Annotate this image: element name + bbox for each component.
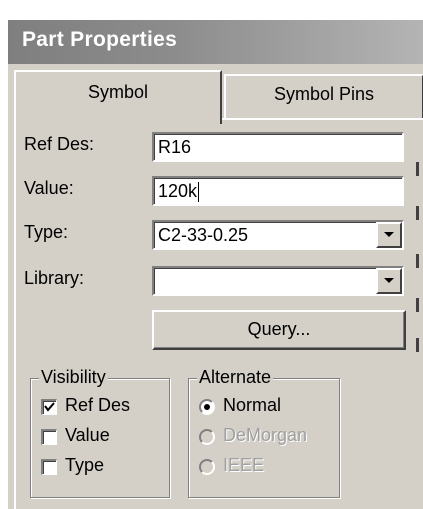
ref-des-visibility-checkbox[interactable] [41,399,57,415]
value-visibility-checkbox[interactable] [41,429,57,445]
checkmark-icon [44,402,55,412]
tab-symbol[interactable]: Symbol [14,70,222,124]
ref-des-label: Ref Des: [24,134,95,154]
type-combobox[interactable]: C2-33-0.25 [152,220,404,250]
text-caret [198,182,200,203]
type-combobox-value: C2-33-0.25 [158,225,249,245]
edge-tick [416,254,419,268]
tab-row: Symbol Symbol Pins [8,70,423,124]
type-dropdown-button[interactable] [376,222,402,248]
visibility-group: Visibility Ref Des Value Type [30,367,170,498]
visibility-group-title: Visibility [39,367,108,388]
edge-tick [416,338,419,352]
type-visibility-checkbox[interactable] [41,459,57,475]
part-properties-dialog: Part Properties Symbol Symbol Pins Ref D… [8,20,423,509]
value-label: Value: [24,178,74,198]
value-visibility-label: Value [65,425,110,445]
value-input[interactable]: 120k [152,176,404,206]
radio-selected-dot [204,404,210,410]
ieee-radio-label: IEEE [223,455,265,475]
normal-radio-label: Normal [223,395,282,415]
tab-symbol-pins[interactable]: Symbol Pins [224,74,423,118]
tab-symbol-label: Symbol [87,82,149,102]
library-combobox[interactable] [152,266,404,296]
type-label: Type: [24,222,69,242]
normal-radio[interactable] [199,399,215,415]
edge-tick [416,206,419,220]
demorgan-radio [199,429,215,445]
ref-des-input[interactable]: R16 [152,132,404,162]
ieee-radio [199,459,215,475]
edge-tick [416,298,419,312]
alternate-group-title: Alternate [197,367,274,388]
library-dropdown-button[interactable] [376,268,402,294]
value-input-text: 120k [158,181,198,201]
title-bar[interactable]: Part Properties [8,20,423,64]
clipped-edge-controls [416,162,420,462]
window-title: Part Properties [22,28,178,51]
alternate-group: Alternate Normal DeMorgan IEEE [188,367,340,498]
ref-des-visibility-label: Ref Des [65,395,131,415]
library-label: Library: [24,268,85,288]
query-button[interactable]: Query... [152,310,406,350]
chevron-down-icon [384,278,394,283]
demorgan-radio-label: DeMorgan [223,425,308,445]
symbol-tab-panel: Ref Des: R16 Value: 120k Type: C2-33-0.2… [14,118,423,509]
type-visibility-label: Type [65,455,105,475]
chevron-down-icon [384,232,394,237]
edge-tick [416,162,419,176]
tab-symbol-pins-label: Symbol Pins [273,84,375,104]
